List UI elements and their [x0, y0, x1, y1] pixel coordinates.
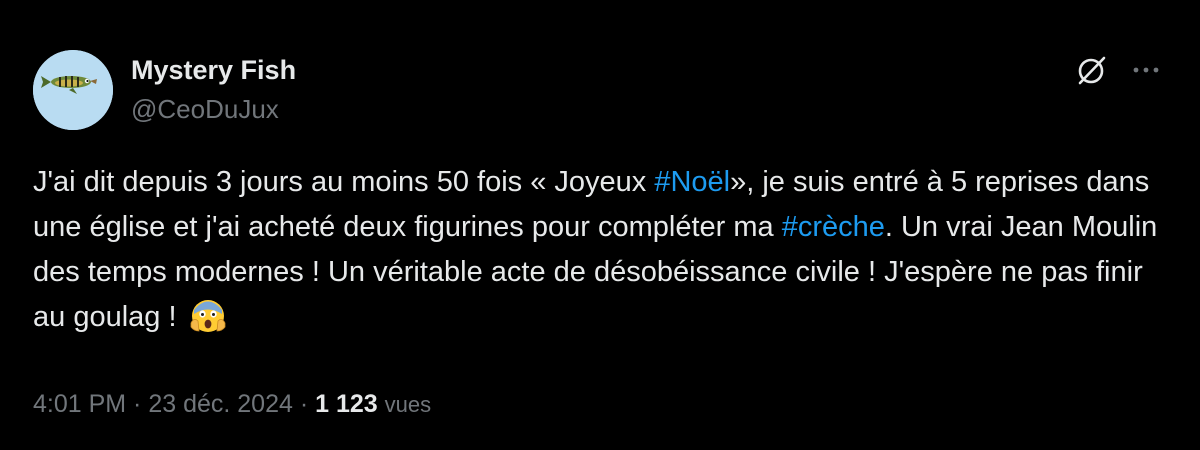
- screaming-face-emoji-icon: [190, 300, 225, 332]
- avatar[interactable]: [33, 50, 113, 130]
- meta-separator: ·: [292, 390, 316, 418]
- tweet-text-segment: J'ai dit depuis 3 jours au moins 50 fois…: [33, 166, 655, 198]
- tweet-date[interactable]: 23 déc. 2024: [148, 390, 293, 418]
- meta-separator: ·: [126, 390, 149, 418]
- tweet-time[interactable]: 4:01 PM: [33, 390, 126, 418]
- hashtag-noel[interactable]: #Noël: [654, 166, 730, 198]
- fish-avatar-icon: [33, 50, 113, 130]
- display-name[interactable]: Mystery Fish: [131, 54, 296, 86]
- tweet-card: Mystery Fish @CeoDuJux J'ai dit depuis 3…: [0, 0, 1200, 450]
- more-horizontal-icon[interactable]: [1128, 55, 1164, 85]
- hashtag-creche[interactable]: #crèche: [782, 211, 885, 243]
- grok-icon[interactable]: [1074, 53, 1110, 89]
- tweet-text: J'ai dit depuis 3 jours au moins 50 fois…: [33, 160, 1168, 340]
- user-handle[interactable]: @CeoDuJux: [131, 93, 279, 125]
- views-label: vues: [384, 392, 432, 417]
- views-count[interactable]: 1 123: [315, 390, 378, 418]
- tweet-meta: 4:01 PM · 23 déc. 2024 · 1 123 vues: [33, 388, 431, 421]
